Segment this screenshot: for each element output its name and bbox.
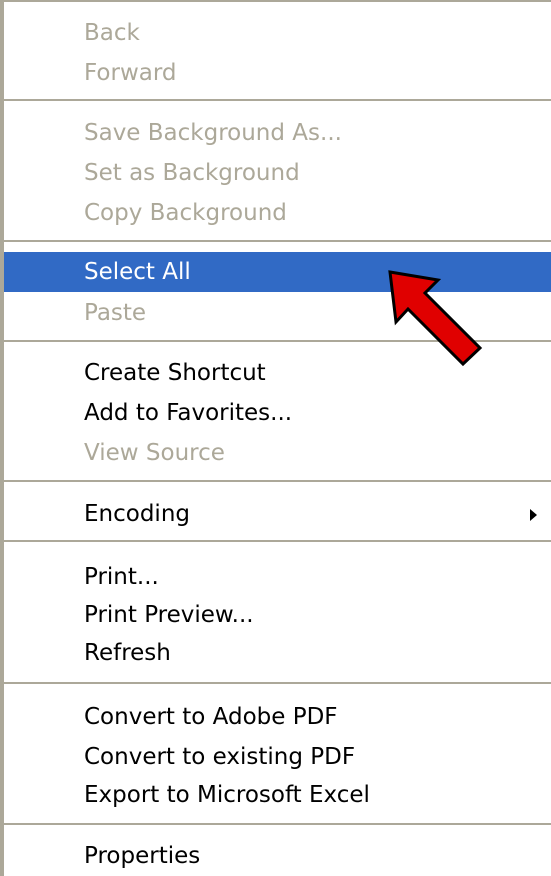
menu-item-label: Convert to Adobe PDF	[84, 704, 338, 730]
menu-item-select-all[interactable]: Select All	[4, 252, 551, 292]
menu-item-set-as-background[interactable]: Set as Background	[4, 153, 551, 193]
menu-separator	[4, 340, 551, 342]
menu-item-create-shortcut[interactable]: Create Shortcut	[4, 353, 551, 393]
menu-item-label: Add to Favorites...	[84, 400, 293, 426]
menu-item-label: Properties	[84, 843, 201, 869]
menu-separator	[4, 99, 551, 101]
menu-item-back[interactable]: Back	[4, 13, 551, 53]
menu-item-print-preview[interactable]: Print Preview...	[4, 595, 551, 635]
menu-item-label: Paste	[84, 300, 147, 326]
menu-item-label: Copy Background	[84, 200, 287, 226]
menu-item-label: Export to Microsoft Excel	[84, 782, 370, 808]
menu-item-label: View Source	[84, 440, 225, 466]
menu-item-label: Select All	[84, 259, 191, 285]
menu-item-export-to-microsoft-excel[interactable]: Export to Microsoft Excel	[4, 775, 551, 815]
menu-separator	[4, 480, 551, 482]
menu-item-label: Print...	[84, 564, 159, 590]
menu-item-add-to-favorites[interactable]: Add to Favorites...	[4, 393, 551, 433]
menu-item-convert-to-adobe-pdf[interactable]: Convert to Adobe PDF	[4, 697, 551, 737]
menu-separator	[4, 682, 551, 684]
menu-item-forward[interactable]: Forward	[4, 53, 551, 93]
menu-item-label: Convert to existing PDF	[84, 744, 356, 770]
menu-item-label: Set as Background	[84, 160, 300, 186]
triangle-right-icon	[530, 509, 537, 521]
menu-item-view-source[interactable]: View Source	[4, 433, 551, 473]
menu-separator	[4, 240, 551, 242]
menu-item-paste[interactable]: Paste	[4, 293, 551, 333]
menu-item-label: Encoding	[84, 501, 190, 527]
menu-item-label: Print Preview...	[84, 602, 254, 628]
menu-item-print[interactable]: Print...	[4, 557, 551, 597]
menu-item-save-background-as[interactable]: Save Background As...	[4, 113, 551, 153]
menu-separator	[4, 823, 551, 825]
menu-item-encoding[interactable]: Encoding	[4, 494, 551, 534]
menu-item-label: Create Shortcut	[84, 360, 266, 386]
context-menu: Back Forward Save Background As... Set a…	[0, 0, 551, 876]
menu-item-convert-to-existing-pdf[interactable]: Convert to existing PDF	[4, 737, 551, 777]
menu-item-label: Refresh	[84, 640, 171, 666]
menu-item-refresh[interactable]: Refresh	[4, 633, 551, 673]
menu-item-label: Forward	[84, 60, 177, 86]
menu-item-label: Back	[84, 20, 140, 46]
menu-item-label: Save Background As...	[84, 120, 342, 146]
menu-separator	[4, 540, 551, 542]
menu-item-properties[interactable]: Properties	[4, 836, 551, 876]
menu-item-copy-background[interactable]: Copy Background	[4, 193, 551, 233]
